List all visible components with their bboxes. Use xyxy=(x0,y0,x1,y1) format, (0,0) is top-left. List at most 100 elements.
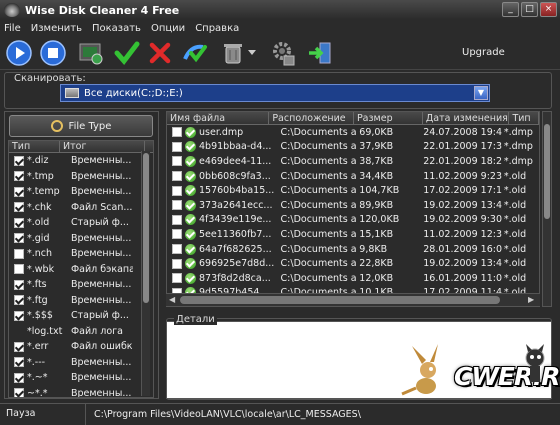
list-item[interactable]: *.chk Файл Scan... xyxy=(9,200,153,216)
results-rows: user.dmp C:\Documents a... 69,0KB 24.07.200… xyxy=(167,125,539,300)
table-row[interactable]: 373a2641ecc... C:\Documents a... 89,9KB 19.… xyxy=(167,198,539,213)
scrollbar-thumb[interactable] xyxy=(544,124,550,219)
minimize-button[interactable]: _ xyxy=(502,2,519,17)
list-item[interactable]: *.diz Временны... xyxy=(9,153,153,169)
stop-icon xyxy=(40,40,66,66)
list-item[interactable]: *.fts Временны... xyxy=(9,277,153,293)
list-item[interactable]: *.~* Временны... xyxy=(9,370,153,386)
file-type-scrollbar[interactable] xyxy=(141,151,150,396)
list-item[interactable]: *.$$$ Старый ф... xyxy=(9,308,153,324)
start-scan-button[interactable] xyxy=(4,38,34,68)
list-item[interactable]: *log.txt Файл лога xyxy=(9,324,153,340)
col-filename[interactable]: Имя файла xyxy=(167,112,270,124)
checkbox[interactable] xyxy=(14,295,24,306)
drive-select[interactable]: Все диски(C:;D:;E:) ▼ xyxy=(60,84,490,102)
table-row[interactable]: 4b91bbaa-d4... C:\Documents a... 37,9KB 22.… xyxy=(167,140,539,155)
stop-scan-button[interactable] xyxy=(38,38,68,68)
restore-button[interactable] xyxy=(180,38,210,68)
checkbox[interactable] xyxy=(14,248,24,259)
list-item[interactable]: *.tmp Временны... xyxy=(9,169,153,185)
drive-select-value: Все диски(C:;D:;E:) xyxy=(84,87,183,99)
list-item[interactable]: *.old Старый ф... xyxy=(9,215,153,231)
checkbox[interactable] xyxy=(14,279,24,290)
table-row[interactable]: user.dmp C:\Documents a... 69,0KB 24.07.200… xyxy=(167,125,539,140)
close-button[interactable]: × xyxy=(540,2,557,17)
table-row[interactable]: 5ee11360fb7... C:\Documents a... 15,1KB 11.… xyxy=(167,227,539,242)
file-type-button[interactable]: File Type xyxy=(9,115,153,137)
menu-options[interactable]: Опции xyxy=(151,23,185,34)
table-row[interactable]: 0bb608c9fa3... C:\Documents a... 34,4KB 11.… xyxy=(167,169,539,184)
recycle-bin-dropdown[interactable] xyxy=(246,38,258,68)
checkbox[interactable] xyxy=(172,229,182,240)
menu-edit[interactable]: Изменить xyxy=(31,23,82,34)
upgrade-link[interactable]: Upgrade xyxy=(462,47,505,58)
col-type[interactable]: Тип xyxy=(9,141,60,152)
check-circle-icon xyxy=(185,214,196,226)
scan-all-button[interactable] xyxy=(76,38,106,68)
checkbox[interactable] xyxy=(14,388,24,397)
checkbox[interactable] xyxy=(14,341,24,352)
list-item[interactable]: *.nch Временны... xyxy=(9,246,153,262)
table-row[interactable]: 15760b4ba15... C:\Documents a... 104,7KB 17… xyxy=(167,183,539,198)
checkbox[interactable] xyxy=(14,310,24,321)
checkbox[interactable] xyxy=(172,273,182,284)
check-circle-icon xyxy=(185,243,196,255)
table-row[interactable]: 873f8d2d8ca... C:\Documents a... 12,0KB 16.… xyxy=(167,271,539,286)
checkbox[interactable] xyxy=(14,217,24,228)
checkbox[interactable] xyxy=(172,127,182,138)
type-cell: *.old xyxy=(503,272,527,284)
checkbox[interactable] xyxy=(14,357,24,368)
list-item[interactable]: *.err Файл ошибки xyxy=(9,339,153,355)
checkbox[interactable] xyxy=(172,171,182,182)
checkbox[interactable] xyxy=(172,185,182,196)
checkbox[interactable] xyxy=(14,202,24,213)
checkbox[interactable] xyxy=(14,264,24,275)
scrollbar-thumb[interactable] xyxy=(143,153,149,303)
file-type-rows: *.diz Временны... *.tmp Временны... *.temp Вр… xyxy=(9,153,153,397)
checkbox[interactable] xyxy=(14,233,24,244)
list-item[interactable]: *.wbk Файл бэкапа xyxy=(9,262,153,278)
checkbox[interactable] xyxy=(14,155,24,166)
col-modified[interactable]: Дата изменения xyxy=(423,112,510,124)
results-vscrollbar[interactable] xyxy=(542,111,552,307)
table-row[interactable]: e469dee4-11... C:\Documents a... 38,7KB 22.… xyxy=(167,154,539,169)
table-row[interactable]: 64a7f682625... C:\Documents a... 9,8KB 28.0… xyxy=(167,242,539,257)
results-hscrollbar[interactable]: ◀ ▶ xyxy=(166,293,540,306)
checkbox[interactable] xyxy=(172,141,182,152)
checkbox[interactable] xyxy=(14,186,24,197)
recycle-bin-button[interactable] xyxy=(218,38,248,68)
list-item[interactable]: ~*.* Временны... xyxy=(9,386,153,397)
maximize-button[interactable]: □ xyxy=(521,2,538,17)
list-item[interactable]: *.gid Временны... xyxy=(9,231,153,247)
exit-button[interactable] xyxy=(305,38,335,68)
checkbox[interactable] xyxy=(172,214,182,225)
col-size[interactable]: Размер xyxy=(354,112,423,124)
col-summary[interactable]: Итог xyxy=(60,141,145,152)
table-row[interactable]: 4f3439e119e... C:\Documents a... 120,0KB 19… xyxy=(167,213,539,228)
check-all-button[interactable] xyxy=(112,38,142,68)
scroll-left-icon[interactable]: ◀ xyxy=(169,295,175,304)
col-type[interactable]: Тип xyxy=(509,112,539,124)
checkbox[interactable] xyxy=(172,156,182,167)
checkbox[interactable] xyxy=(14,171,24,182)
filename-cell: 4b91bbaa-d4... xyxy=(199,141,272,153)
menu-view[interactable]: Показать xyxy=(92,23,141,34)
chevron-down-icon[interactable]: ▼ xyxy=(474,86,488,100)
menu-file[interactable]: File xyxy=(4,23,21,34)
uncheck-all-button[interactable] xyxy=(145,38,175,68)
list-item[interactable]: *.ftg Временны... xyxy=(9,293,153,309)
checkbox[interactable] xyxy=(172,244,182,255)
checkbox[interactable] xyxy=(14,372,24,383)
scrollbar-thumb[interactable] xyxy=(180,296,500,304)
menu-help[interactable]: Справка xyxy=(195,23,239,34)
list-item[interactable]: *.--- Временны... xyxy=(9,355,153,371)
scroll-right-icon[interactable]: ▶ xyxy=(528,295,534,304)
table-row[interactable]: 696925e7d8d... C:\Documents a... 22,8KB 19.… xyxy=(167,256,539,271)
settings-button[interactable] xyxy=(268,38,298,68)
checkbox[interactable] xyxy=(172,258,182,269)
col-location[interactable]: Расположение xyxy=(269,112,354,124)
filename-cell: 64a7f682625... xyxy=(199,243,272,255)
checkbox[interactable] xyxy=(172,200,182,211)
list-item[interactable]: *.temp Временны... xyxy=(9,184,153,200)
check-circle-icon xyxy=(185,155,196,167)
